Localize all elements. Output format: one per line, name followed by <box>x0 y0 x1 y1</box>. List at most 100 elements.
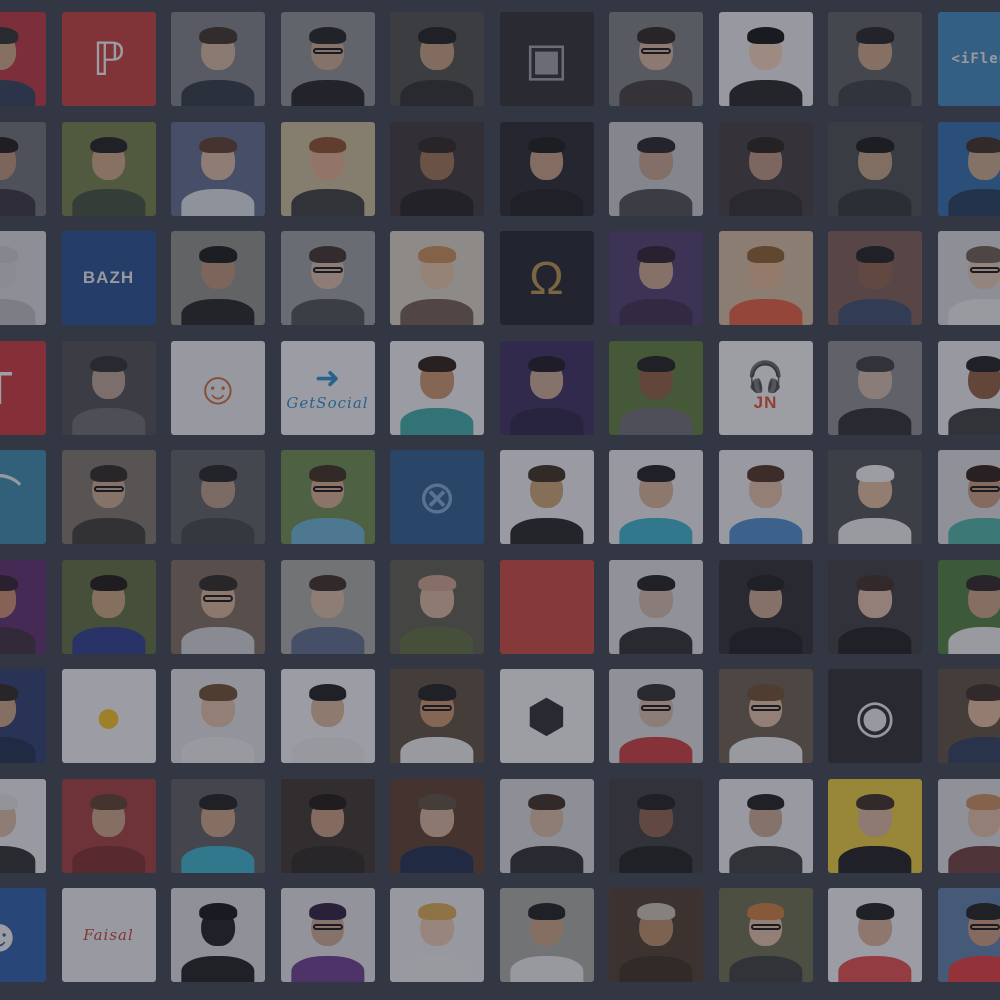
logo-avatar[interactable]: ● <box>61 669 156 763</box>
avatar-hair <box>199 793 237 811</box>
user-avatar[interactable] <box>718 450 813 544</box>
user-avatar[interactable] <box>718 669 813 763</box>
user-avatar[interactable] <box>828 231 922 325</box>
user-avatar[interactable] <box>390 12 484 106</box>
user-avatar[interactable] <box>937 231 1000 325</box>
user-avatar[interactable] <box>937 450 1000 544</box>
user-avatar[interactable] <box>499 888 594 982</box>
avatar-hair <box>856 574 894 592</box>
avatar-hair <box>308 246 347 263</box>
logo-avatar[interactable]: ⊗ <box>390 450 484 544</box>
user-avatar[interactable] <box>937 778 1000 873</box>
user-avatar[interactable] <box>0 231 46 325</box>
user-avatar[interactable] <box>390 559 484 654</box>
user-avatar[interactable] <box>609 669 703 763</box>
avatar-shoulders <box>509 517 584 544</box>
user-avatar[interactable] <box>171 450 265 544</box>
user-avatar[interactable] <box>390 778 484 873</box>
logo-avatar[interactable]: ☺ <box>171 340 265 435</box>
user-avatar[interactable] <box>171 121 265 216</box>
user-avatar[interactable] <box>828 888 922 982</box>
user-avatar[interactable] <box>171 12 265 106</box>
user-avatar[interactable] <box>171 888 265 982</box>
user-avatar[interactable] <box>828 778 922 873</box>
avatar-hair <box>856 246 894 263</box>
user-avatar[interactable] <box>828 340 922 435</box>
user-avatar[interactable] <box>499 121 594 216</box>
avatar-shoulders <box>728 955 803 982</box>
user-avatar[interactable] <box>718 12 813 106</box>
user-avatar[interactable] <box>0 12 46 106</box>
user-avatar[interactable] <box>828 12 922 106</box>
user-avatar[interactable] <box>390 340 484 435</box>
user-avatar[interactable] <box>280 121 375 216</box>
user-avatar[interactable] <box>280 450 375 544</box>
user-avatar[interactable] <box>937 669 1000 763</box>
user-avatar[interactable] <box>0 669 46 763</box>
avatar-hair <box>637 355 675 373</box>
user-avatar[interactable] <box>609 778 703 873</box>
user-avatar[interactable] <box>828 121 922 216</box>
user-avatar[interactable] <box>718 121 813 216</box>
logo-avatar[interactable]: Ω <box>499 231 594 325</box>
logo-avatar[interactable]: ➜ GetSocial <box>280 340 375 435</box>
logo-avatar[interactable]: 🎧 JN <box>718 340 813 435</box>
logo-avatar[interactable]: T <box>0 340 46 435</box>
user-avatar[interactable] <box>609 450 703 544</box>
user-avatar[interactable] <box>828 559 922 654</box>
user-avatar[interactable] <box>280 778 375 873</box>
user-avatar[interactable] <box>61 559 156 654</box>
logo-avatar[interactable] <box>499 559 594 654</box>
user-avatar[interactable] <box>499 778 594 873</box>
user-avatar[interactable] <box>609 12 703 106</box>
user-avatar[interactable] <box>609 340 703 435</box>
avatar-shoulders <box>181 189 255 216</box>
logo-avatar[interactable]: <iFlend <box>937 12 1000 106</box>
user-avatar[interactable] <box>61 340 156 435</box>
user-avatar[interactable] <box>171 778 265 873</box>
user-avatar[interactable] <box>280 888 375 982</box>
user-avatar[interactable] <box>390 669 484 763</box>
logo-avatar[interactable]: ▣ <box>499 12 594 106</box>
user-avatar[interactable] <box>280 669 375 763</box>
user-avatar[interactable] <box>609 121 703 216</box>
user-avatar[interactable] <box>718 778 813 873</box>
user-avatar[interactable] <box>609 231 703 325</box>
user-avatar[interactable] <box>0 559 46 654</box>
user-avatar[interactable] <box>937 559 1000 654</box>
user-avatar[interactable] <box>828 450 922 544</box>
logo-avatar[interactable]: ⬢ <box>499 669 594 763</box>
user-avatar[interactable] <box>718 231 813 325</box>
user-avatar[interactable] <box>718 888 813 982</box>
user-avatar[interactable] <box>499 450 594 544</box>
user-avatar[interactable] <box>171 559 265 654</box>
user-avatar[interactable] <box>61 121 156 216</box>
logo-avatar[interactable]: ⌒ <box>0 450 46 544</box>
user-avatar[interactable] <box>718 559 813 654</box>
t-logo-icon: T <box>0 365 13 411</box>
user-avatar[interactable] <box>171 231 265 325</box>
user-avatar[interactable] <box>390 888 484 982</box>
user-avatar[interactable] <box>280 559 375 654</box>
user-avatar[interactable] <box>609 559 703 654</box>
logo-avatar[interactable]: Faisal <box>61 888 156 982</box>
user-avatar[interactable] <box>390 121 484 216</box>
user-avatar[interactable] <box>937 121 1000 216</box>
user-avatar[interactable] <box>61 450 156 544</box>
user-avatar[interactable] <box>937 888 1000 982</box>
user-avatar[interactable] <box>937 340 1000 435</box>
user-avatar[interactable] <box>499 340 594 435</box>
logo-avatar[interactable]: ℙ <box>61 12 156 106</box>
user-avatar[interactable] <box>280 231 375 325</box>
logo-avatar[interactable]: ◉ <box>828 669 922 763</box>
user-avatar[interactable] <box>280 12 375 106</box>
logo-avatar[interactable]: ☻ <box>0 888 46 982</box>
glasses-icon <box>312 47 343 55</box>
user-avatar[interactable] <box>0 121 46 216</box>
user-avatar[interactable] <box>0 778 46 873</box>
user-avatar[interactable] <box>171 669 265 763</box>
user-avatar[interactable] <box>609 888 703 982</box>
user-avatar[interactable] <box>61 778 156 873</box>
logo-avatar[interactable]: BAZH <box>61 231 156 325</box>
user-avatar[interactable] <box>390 231 484 325</box>
